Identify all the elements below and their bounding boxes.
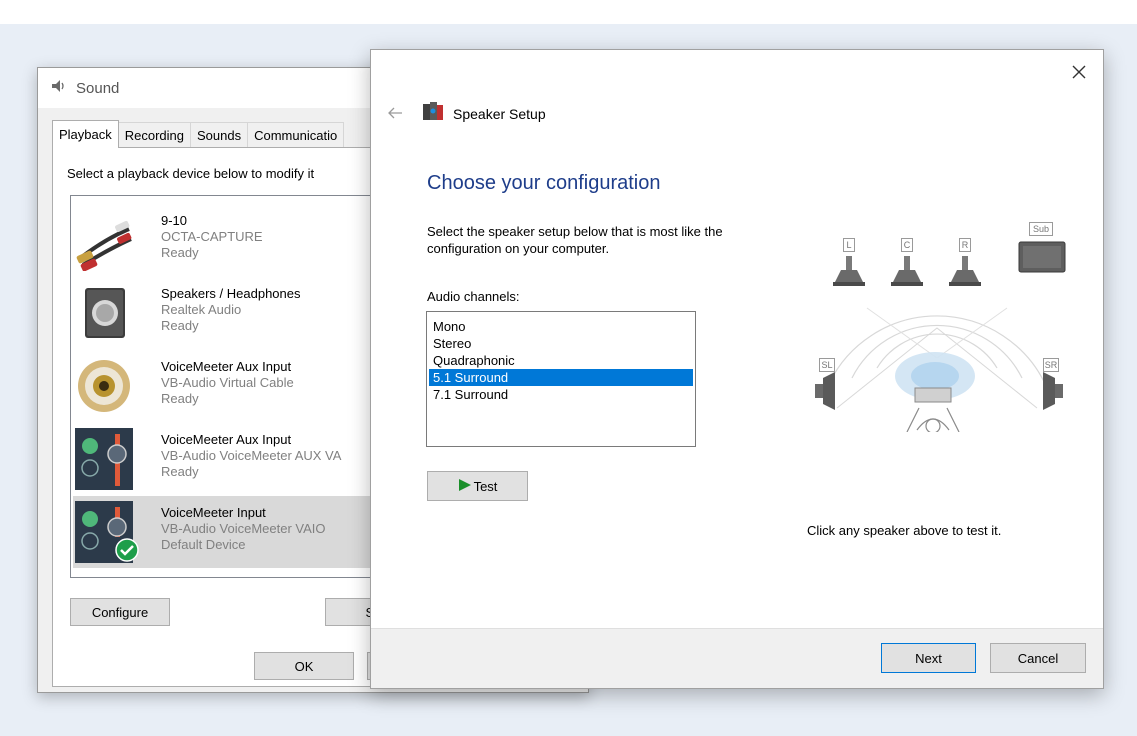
channel-item-5-1-surround[interactable]: 5.1 Surround [429,369,693,386]
device-driver: VB-Audio Virtual Cable [161,375,294,390]
ok-button[interactable]: OK [254,652,354,680]
wizard-title: Speaker Setup [453,105,546,122]
device-name: Speakers / Headphones [161,286,301,301]
device-driver: VB-Audio VoiceMeeter VAIO [161,521,326,536]
tab-recording[interactable]: Recording [117,122,192,148]
device-status: Default Device [161,537,246,552]
speaker-setup-icon [423,102,443,125]
device-driver: VB-Audio VoiceMeeter AUX VA [161,448,342,463]
close-icon[interactable] [1069,62,1089,82]
sound-title: Sound [76,79,120,97]
speaker-layout-diagram: L C R Sub SL SR [807,218,1073,434]
tab-sounds[interactable]: Sounds [190,122,249,148]
device-driver: Realtek Audio [161,302,242,317]
channel-item-stereo[interactable]: Stereo [429,335,693,352]
wizard-description: Select the speaker setup below that is m… [427,224,723,256]
device-name: VoiceMeeter Input [161,505,266,520]
audio-channels-label: Audio channels: [427,289,520,304]
configure-button[interactable]: Configure [70,598,170,626]
background-top-strip [0,0,1137,24]
page-title: Choose your configuration [427,172,661,194]
rca-jack-icon [75,355,133,417]
channel-item-mono[interactable]: Mono [429,318,693,335]
speaker-surround-right[interactable]: SR [1035,358,1069,412]
speaker-center[interactable]: C [889,238,925,294]
rca-cable-icon [75,209,133,272]
speaker-setup-dialog: Speaker Setup Choose your configuration … [370,49,1104,689]
speaker-box-icon [75,282,133,344]
wizard-footer: Next Cancel [371,628,1103,688]
cancel-button[interactable]: Cancel [990,643,1086,673]
speaker-surround-left[interactable]: SL [809,358,843,412]
device-status: Ready [161,391,199,406]
tab-communications[interactable]: Communicatio [247,122,345,148]
sound-app-icon [50,78,66,99]
channel-item-7-1-surround[interactable]: 7.1 Surround [429,386,693,403]
device-name: VoiceMeeter Aux Input [161,359,292,374]
voicemeeter-icon [75,428,133,490]
test-button[interactable]: Test [427,471,528,501]
next-button[interactable]: Next [881,643,976,673]
device-driver: OCTA-CAPTURE [161,229,263,244]
device-status: Ready [161,318,199,333]
speaker-right[interactable]: R [947,238,983,294]
audio-channels-list[interactable]: Mono Stereo Quadraphonic 5.1 Surround 7.… [426,311,696,447]
play-icon [458,478,472,495]
sound-tabs: Playback Recording Sounds Communicatio [52,120,345,148]
device-name: 9-10 [161,213,188,228]
tab-playback[interactable]: Playback [52,120,119,148]
speaker-left[interactable]: L [831,238,867,294]
device-status: Ready [161,245,199,260]
wizard-header: Speaker Setup [423,102,546,125]
device-status: Ready [161,464,199,479]
device-name: VoiceMeeter Aux Input [161,432,292,447]
speaker-subwoofer[interactable]: Sub [1017,222,1067,286]
test-label: Test [473,478,498,494]
back-arrow-icon[interactable] [387,106,403,120]
playback-instruction: Select a playback device below to modify… [67,166,315,181]
default-check-icon [115,538,139,567]
click-hint-text: Click any speaker above to test it. [807,523,1002,538]
channel-item-quadraphonic[interactable]: Quadraphonic [429,352,693,369]
